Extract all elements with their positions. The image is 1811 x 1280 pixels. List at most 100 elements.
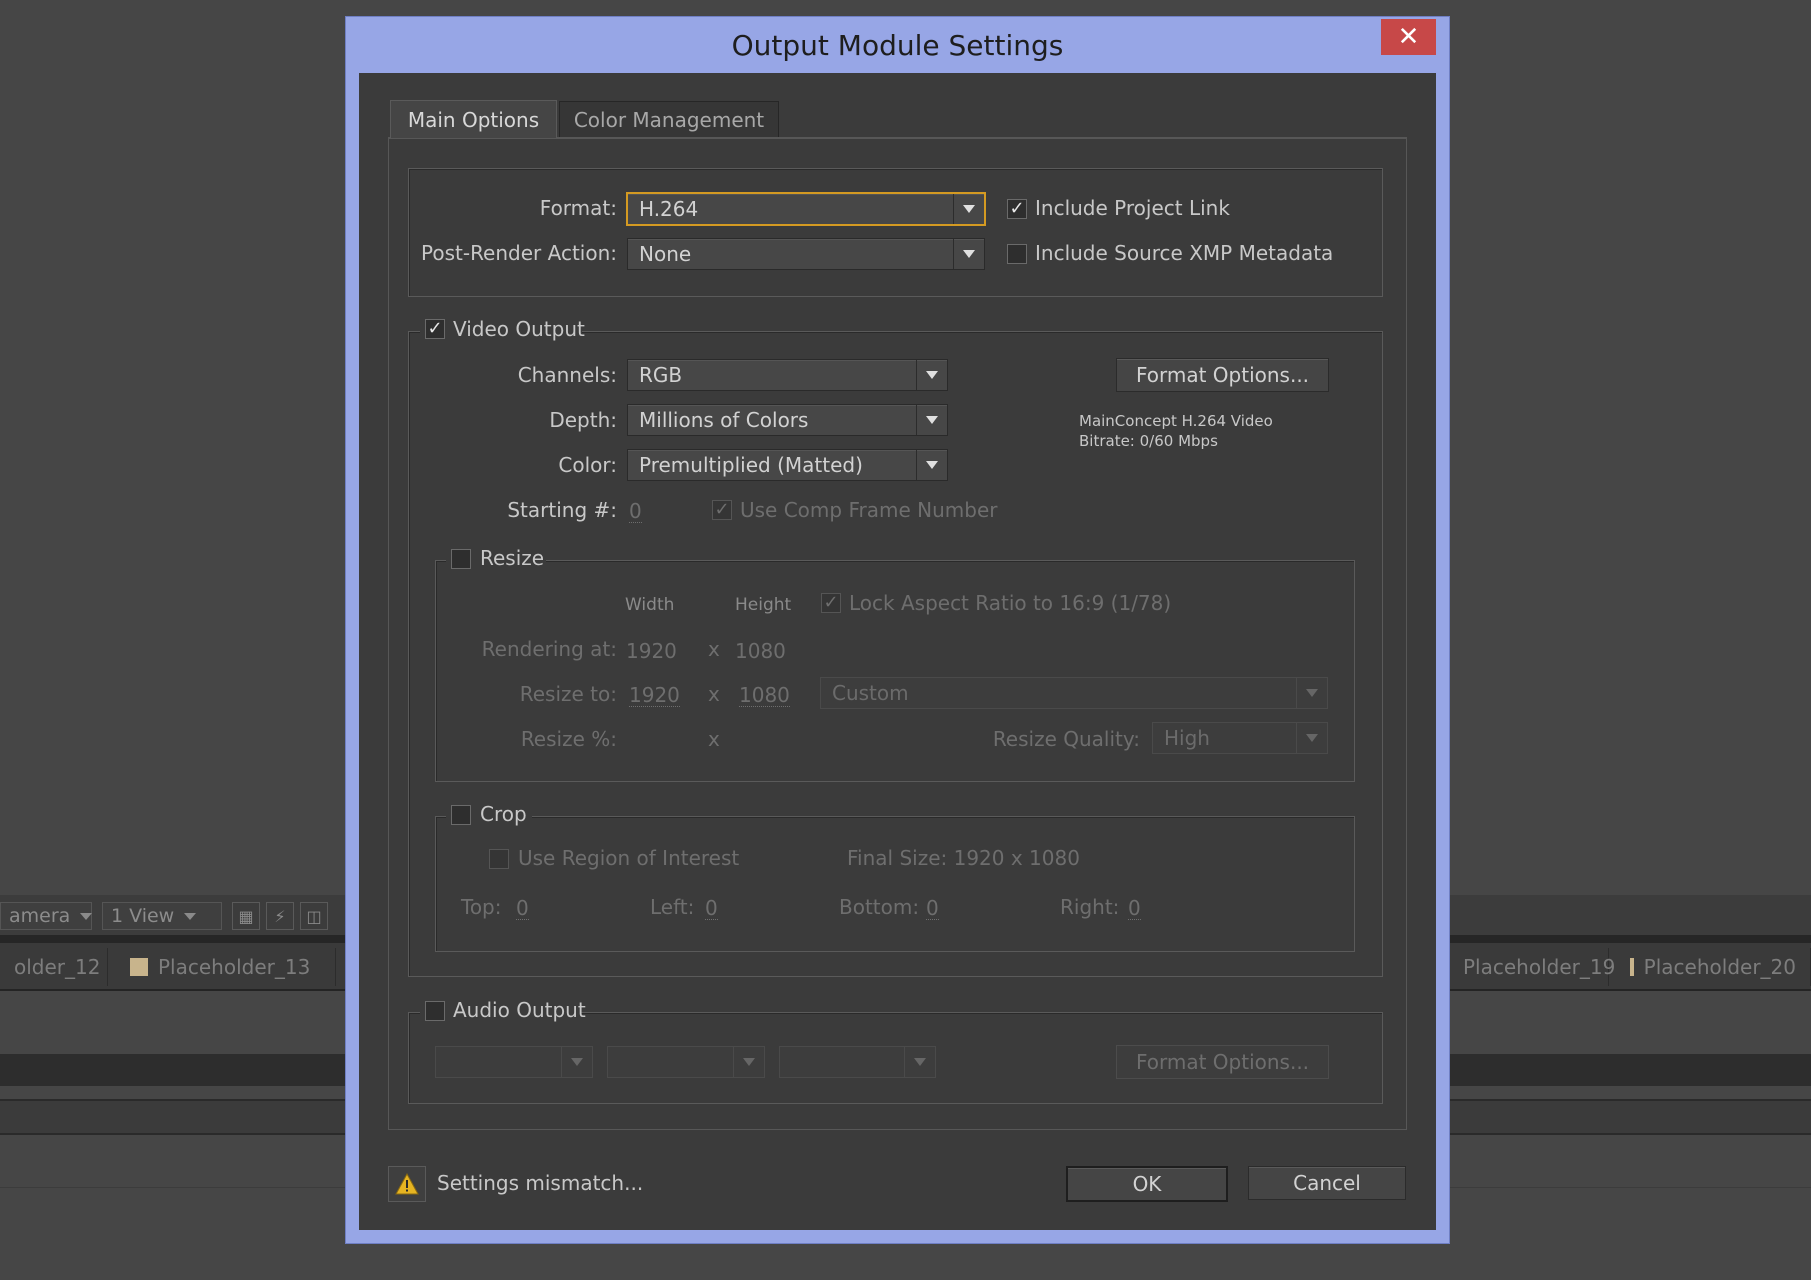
chevron-down-icon — [914, 1058, 926, 1066]
close-button[interactable]: ✕ — [1381, 19, 1436, 55]
dropdown-button — [733, 1047, 764, 1077]
background-tab[interactable]: older_12 — [0, 948, 108, 986]
layout-icon[interactable]: ◫ — [300, 902, 328, 930]
crop-label: Crop — [480, 802, 527, 826]
resize-quality-label: Resize Quality: — [992, 727, 1140, 751]
resize-width-field[interactable]: 1920 — [629, 684, 680, 707]
audio-format-options-button[interactable]: Format Options... — [1116, 1045, 1329, 1079]
video-output-checkbox[interactable]: ✓ — [425, 319, 445, 339]
camera-label: amera — [9, 905, 71, 927]
audio-rate-dropdown[interactable] — [435, 1046, 593, 1078]
dropdown-button — [1296, 723, 1327, 753]
cancel-button[interactable]: Cancel — [1248, 1166, 1406, 1200]
crop-left-label: Left: — [650, 895, 695, 919]
times-sign: x — [708, 637, 720, 661]
background-tab[interactable]: Placeholder_19 — [1449, 948, 1615, 986]
times-sign: x — [708, 682, 720, 706]
tab-label: Placeholder_19 — [1463, 955, 1616, 979]
dropdown-button — [916, 405, 947, 435]
crop-bottom-field[interactable]: 0 — [926, 897, 939, 920]
times-sign: x — [708, 727, 720, 751]
use-comp-frame-checkbox[interactable]: ✓ — [712, 500, 732, 520]
resize-percent-label: Resize %: — [520, 727, 617, 751]
crop-top-label: Top: — [461, 895, 502, 919]
starting-number-label: Starting #: — [507, 498, 617, 522]
chevron-down-icon — [1306, 734, 1318, 742]
crop-right-field[interactable]: 0 — [1128, 897, 1141, 920]
resize-preset-dropdown[interactable]: Custom — [820, 677, 1328, 709]
video-format-options-button[interactable]: Format Options... — [1116, 358, 1329, 392]
width-header: Width — [625, 595, 675, 615]
resize-preset-value: Custom — [832, 681, 909, 705]
background-tab[interactable]: Placeholder_13 — [116, 948, 336, 986]
channels-label: Channels: — [517, 363, 617, 387]
tab-main-options[interactable]: Main Options — [390, 100, 557, 138]
include-xmp-checkbox[interactable] — [1007, 244, 1027, 264]
tab-label: Placeholder_13 — [158, 955, 311, 979]
color-dropdown[interactable]: Premultiplied (Matted) — [627, 449, 948, 481]
chevron-down-icon — [963, 205, 975, 213]
use-roi-checkbox[interactable] — [489, 849, 509, 869]
view-label: 1 View — [111, 905, 175, 927]
include-xmp-label: Include Source XMP Metadata — [1035, 241, 1334, 265]
height-header: Height — [735, 595, 792, 615]
resize-label: Resize — [480, 546, 545, 570]
dropdown-button — [916, 360, 947, 390]
fast-preview-icon[interactable]: ⚡ — [266, 902, 294, 930]
format-value: H.264 — [639, 197, 699, 221]
grid-icon[interactable]: ▦ — [232, 902, 260, 930]
ok-button[interactable]: OK — [1066, 1166, 1228, 1202]
dropdown-button — [916, 450, 947, 480]
channels-dropdown[interactable]: RGB — [627, 359, 948, 391]
final-size-label: Final Size: 1920 x 1080 — [847, 846, 1080, 870]
lock-aspect-label: Lock Aspect Ratio to 16:9 (1/78) — [849, 591, 1172, 615]
checkmark-icon: ✓ — [1009, 198, 1025, 219]
depth-dropdown[interactable]: Millions of Colors — [627, 404, 948, 436]
audio-output-label: Audio Output — [453, 998, 586, 1022]
post-render-value: None — [639, 242, 692, 266]
use-roi-label: Use Region of Interest — [518, 846, 740, 870]
background-view-dropdown[interactable]: 1 View — [102, 902, 222, 930]
format-dropdown[interactable]: H.264 — [626, 192, 986, 226]
include-project-link-label: Include Project Link — [1035, 196, 1230, 220]
starting-number-field[interactable]: 0 — [629, 500, 642, 523]
background-tab[interactable]: Placeholder_20 — [1616, 948, 1811, 986]
rendering-at-label: Rendering at: — [481, 637, 617, 661]
checkmark-icon: ✓ — [823, 592, 839, 613]
crop-checkbox[interactable] — [451, 805, 471, 825]
dropdown-button — [561, 1047, 592, 1077]
chevron-down-icon — [80, 912, 93, 920]
resize-checkbox[interactable] — [451, 549, 471, 569]
checkmark-icon: ✓ — [427, 318, 443, 339]
crop-left-field[interactable]: 0 — [705, 897, 718, 920]
resize-height-field[interactable]: 1080 — [739, 684, 790, 707]
depth-label: Depth: — [549, 408, 617, 432]
resize-quality-dropdown[interactable]: High — [1152, 722, 1328, 754]
warning-button[interactable] — [388, 1166, 426, 1202]
format-label: Format: — [539, 196, 617, 220]
audio-output-checkbox[interactable] — [425, 1001, 445, 1021]
video-output-label: Video Output — [453, 317, 585, 341]
background-camera-dropdown[interactable]: amera — [0, 902, 93, 930]
dialog-title: Output Module Settings — [731, 28, 1064, 62]
codec-info: MainConcept H.264 Video — [1079, 412, 1273, 430]
audio-channels-dropdown[interactable] — [779, 1046, 936, 1078]
chevron-down-icon — [926, 461, 938, 469]
format-group — [408, 168, 1383, 297]
use-comp-frame-label: Use Comp Frame Number — [740, 498, 998, 522]
dropdown-button — [953, 194, 984, 224]
tab-color-management[interactable]: Color Management — [559, 101, 779, 137]
post-render-dropdown[interactable]: None — [627, 238, 985, 270]
chevron-down-icon — [1306, 689, 1318, 697]
dropdown-button — [953, 239, 984, 269]
checkmark-icon: ✓ — [714, 499, 730, 520]
crop-right-label: Right: — [1060, 895, 1120, 919]
include-project-link-checkbox[interactable]: ✓ — [1007, 199, 1027, 219]
rendering-height: 1080 — [735, 639, 786, 663]
audio-depth-dropdown[interactable] — [607, 1046, 765, 1078]
bitrate-info: Bitrate: 0/60 Mbps — [1079, 432, 1218, 450]
crop-group — [435, 816, 1355, 952]
crop-top-field[interactable]: 0 — [516, 897, 529, 920]
tab-label: older_12 — [14, 955, 101, 979]
lock-aspect-checkbox[interactable]: ✓ — [821, 593, 841, 613]
